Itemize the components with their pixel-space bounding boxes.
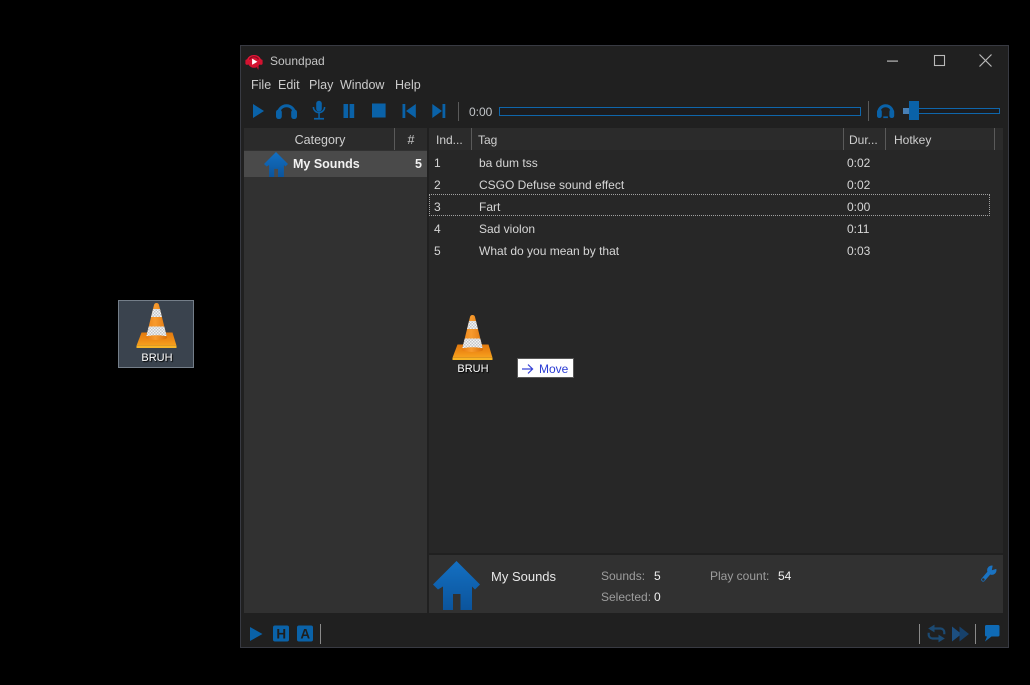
svg-text:H: H — [276, 627, 286, 642]
svg-text:A: A — [300, 627, 310, 642]
